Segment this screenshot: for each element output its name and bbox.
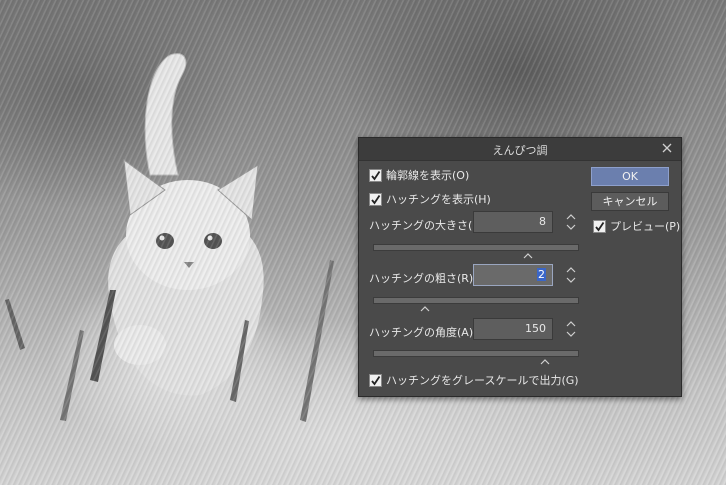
dialog-titlebar[interactable]: えんぴつ調 xyxy=(359,138,681,161)
check-icon xyxy=(369,373,382,387)
slider-thumb-icon[interactable] xyxy=(540,359,550,365)
close-icon[interactable] xyxy=(659,140,675,156)
slider-thumb-icon[interactable] xyxy=(523,253,533,259)
hatch-angle-label: ハッチングの角度(A): xyxy=(369,326,477,339)
hatch-size-input[interactable]: 8 xyxy=(473,211,553,233)
cancel-button[interactable]: キャンセル xyxy=(591,192,669,211)
hatch-angle-input[interactable]: 150 xyxy=(473,318,553,340)
hatch-angle-slider[interactable] xyxy=(373,350,579,357)
preview-checkbox[interactable]: プレビュー(P) xyxy=(593,218,680,234)
hatch-roughness-label: ハッチングの粗さ(R): xyxy=(369,272,477,285)
show-hatching-label: ハッチングを表示(H) xyxy=(386,193,491,206)
pencil-filter-dialog: えんぴつ調 輪郭線を表示(O) ハッチングを表示(H) ハッチングの大きさ(S)… xyxy=(358,137,682,397)
spin-arrows-icon[interactable] xyxy=(565,318,577,340)
spin-arrows-icon[interactable] xyxy=(565,264,577,286)
grayscale-label: ハッチングをグレースケールで出力(G) xyxy=(386,374,579,387)
hatch-size-slider[interactable] xyxy=(373,244,579,251)
preview-label: プレビュー(P) xyxy=(610,220,681,233)
check-icon xyxy=(593,219,606,233)
dialog-title: えんぴつ調 xyxy=(492,144,548,157)
show-hatching-checkbox[interactable]: ハッチングを表示(H) xyxy=(369,191,491,207)
ok-button[interactable]: OK xyxy=(591,167,669,186)
hatch-roughness-slider[interactable] xyxy=(373,297,579,304)
hatch-size-label: ハッチングの大きさ(S): xyxy=(369,219,488,232)
show-outline-label: 輪郭線を表示(O) xyxy=(386,169,470,182)
grayscale-checkbox[interactable]: ハッチングをグレースケールで出力(G) xyxy=(369,372,579,388)
show-outline-checkbox[interactable]: 輪郭線を表示(O) xyxy=(369,167,469,183)
slider-thumb-icon[interactable] xyxy=(420,306,430,312)
hatch-roughness-input[interactable]: 2 xyxy=(473,264,553,286)
check-icon xyxy=(369,168,382,182)
spin-arrows-icon[interactable] xyxy=(565,211,577,233)
check-icon xyxy=(369,192,382,206)
